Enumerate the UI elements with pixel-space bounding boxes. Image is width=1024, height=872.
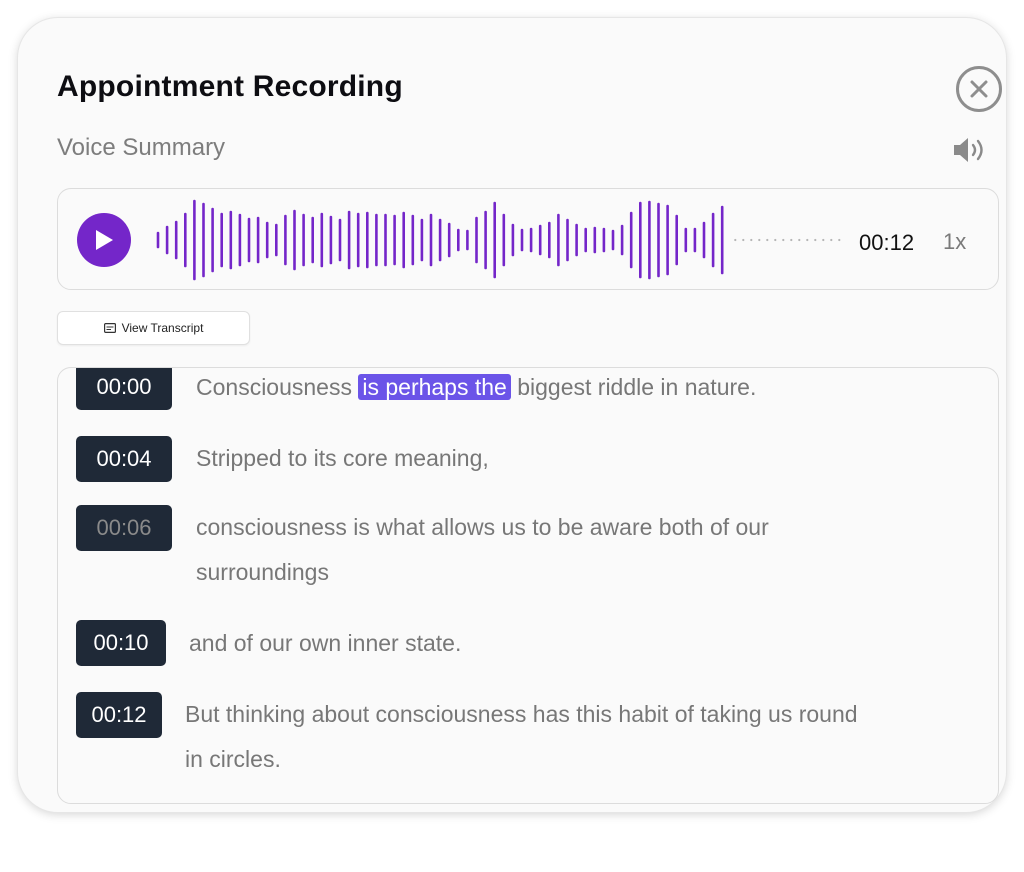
timestamp-button[interactable]: 00:12 (76, 692, 162, 738)
transcript-line: consciousness is what allows us to be aw… (196, 514, 769, 540)
view-transcript-button[interactable]: View Transcript (57, 311, 250, 345)
page-title: Appointment Recording (57, 70, 403, 103)
transcript-icon (103, 323, 116, 333)
waveform-remaining-dot (822, 238, 825, 242)
timestamp-button[interactable]: 00:00 (76, 368, 172, 410)
timestamp-button[interactable]: 00:06 (76, 505, 172, 551)
current-time: 00:12 (859, 230, 915, 255)
close-button[interactable] (956, 66, 1002, 112)
waveform-remaining-dot (806, 238, 809, 242)
transcript-line: Consciousness is perhaps the biggest rid… (196, 368, 757, 410)
transcript-line: and of our own inner state. (189, 630, 462, 656)
waveform-remaining-dot (766, 238, 769, 242)
transcript-line: But thinking about consciousness has thi… (185, 701, 858, 727)
timestamp-button[interactable]: 00:04 (76, 436, 172, 482)
waveform-remaining-dot (790, 238, 793, 242)
audio-waveform[interactable] (152, 197, 852, 283)
waveform-remaining-dot (750, 238, 753, 242)
audio-player: 00:12 1x (57, 188, 999, 290)
recording-card: Appointment Recording Voice Summary 00:1… (18, 18, 1006, 812)
play-icon (96, 230, 113, 250)
transcript-text: biggest riddle in nature. (510, 374, 757, 400)
transcript-line: Stripped to its core meaning, (196, 445, 489, 471)
waveform-remaining-dot (830, 238, 833, 242)
voice-summary-label: Voice Summary (57, 134, 226, 161)
transcript-text: Consciousness (196, 374, 359, 400)
playback-speed-button[interactable]: 1x (943, 229, 966, 255)
waveform-remaining-dot (798, 238, 801, 242)
waveform-remaining-dot (734, 238, 737, 242)
speaker-button[interactable] (952, 136, 990, 164)
transcript-line-continued: in circles. (185, 746, 281, 772)
timestamp-button[interactable]: 00:10 (76, 620, 166, 666)
speaker-volume-icon (954, 138, 983, 162)
waveform-remaining-dot (782, 238, 785, 242)
waveform-remaining-dot (774, 238, 777, 242)
waveform-remaining-dot (838, 238, 841, 242)
waveform-remaining-dot (814, 238, 817, 242)
transcript-panel: 00:00 Consciousness is perhaps the bigge… (57, 367, 999, 804)
close-icon (970, 80, 988, 98)
waveform-remaining-dot (758, 238, 761, 242)
transcript-line-continued: surroundings (196, 559, 329, 585)
play-button[interactable] (77, 213, 131, 267)
highlighted-phrase: is perhaps the (358, 374, 511, 400)
waveform-remaining-dot (742, 238, 745, 242)
view-transcript-label: View Transcript (121, 321, 204, 335)
